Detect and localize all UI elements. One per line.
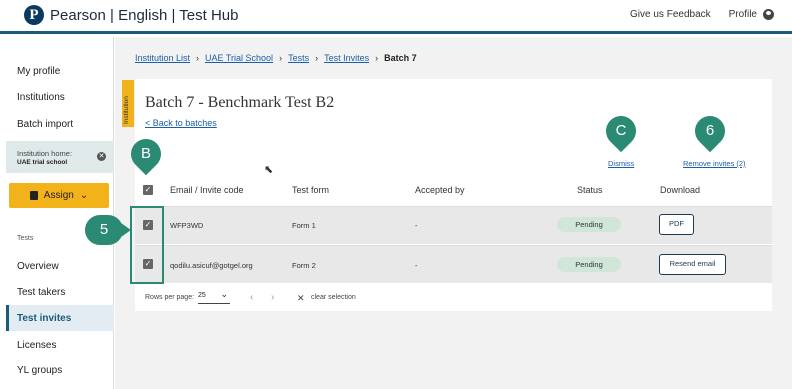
user-icon [763,9,774,20]
row-email: WFP3WD [170,221,204,230]
remove-invites-link[interactable]: Remove invites (2) [683,159,746,168]
assign-label: Assign [43,190,74,201]
select-all-checkbox[interactable]: ✓ [143,185,153,195]
institution-name: UAE trial school [17,159,68,166]
sidebar-item-batch-import[interactable]: Batch import [17,119,73,130]
sidebar-item-institutions[interactable]: Institutions [17,92,65,103]
profile-menu[interactable]: Profile [729,9,774,20]
status-badge: Pending [557,217,621,232]
breadcrumb-tests[interactable]: Tests [288,53,309,63]
clear-selection-link[interactable]: clear selection [311,294,356,301]
status-badge: Pending [557,257,621,272]
product-name: | English | Test Hub [110,6,239,24]
assign-button[interactable]: Assign ⌄ [9,183,109,208]
tests-section-label: Tests [17,235,34,242]
pearson-logo-icon: P [24,5,44,25]
brand-name: Pearson [50,6,106,24]
institution-tag: Institution [122,80,134,127]
institution-home: Institution home: UAE trial school ✕ [6,141,114,173]
pearson-logo[interactable]: P Pearson | English | Test Hub [24,5,238,25]
close-icon[interactable]: ✕ [297,293,305,304]
row-accepted: - [415,261,418,270]
breadcrumb-current: Batch 7 [384,53,417,63]
chevron-right-icon[interactable]: › [271,292,274,303]
sidebar-item-test-invites-label: Test invites [17,313,72,324]
header-download: Download [660,185,701,195]
rows-per-page-label: Rows per page: [145,294,195,301]
header-test-form: Test form [292,185,330,195]
annotation-b: B [140,145,151,162]
sidebar-item-test-takers[interactable]: Test takers [17,287,65,298]
header-email: Email / Invite code [170,185,244,195]
row-form: Form 2 [292,261,316,270]
clipboard-icon [29,191,38,200]
chevron-down-icon: ⌄ [79,190,89,201]
sidebar: My profile Institutions Batch import Ins… [6,37,114,389]
row-accepted: - [415,221,418,230]
pdf-button[interactable]: PDF [659,214,694,235]
rows-per-page-select[interactable]: 25 [198,289,230,304]
sidebar-item-overview[interactable]: Overview [17,261,59,272]
profile-label: Profile [728,9,757,20]
row-email: qodilu.asicuf@gotgel.org [170,261,253,270]
institution-home-label: Institution home: [17,149,73,158]
resend-email-button[interactable]: Resend email [659,254,726,275]
annotation-6: 6 [705,122,715,139]
sidebar-item-yl-groups[interactable]: YL groups [17,365,62,376]
row-form: Form 1 [292,221,316,230]
sidebar-item-my-profile[interactable]: My profile [17,66,60,77]
header-accepted-by: Accepted by [415,185,465,195]
sidebar-item-licenses[interactable]: Licenses [17,340,56,351]
breadcrumb-test-invites[interactable]: Test Invites [324,53,369,63]
breadcrumb: Institution List › UAE Trial School › Test… [135,53,417,63]
mouse-cursor-icon: ⬉ [264,164,274,176]
annotation-5: 5 [85,215,131,245]
chevron-left-icon[interactable]: ‹ [250,292,253,303]
rows-per-page-value: 25 [198,292,206,299]
annotation-c: C [615,122,627,139]
breadcrumb-institution-list[interactable]: Institution List [135,53,190,63]
selection-highlight [130,206,164,284]
breadcrumb-school[interactable]: UAE Trial School [205,53,273,63]
header-status: Status [577,185,603,195]
top-bar: P Pearson | English | Test Hub Give us F… [0,0,792,34]
dismiss-link[interactable]: Dismiss [608,159,634,168]
back-to-batches-link[interactable]: < Back to batches [145,118,217,128]
page-title: Batch 7 - Benchmark Test B2 [145,94,335,111]
close-icon[interactable]: ✕ [97,152,106,161]
feedback-link[interactable]: Give us Feedback [630,9,711,20]
